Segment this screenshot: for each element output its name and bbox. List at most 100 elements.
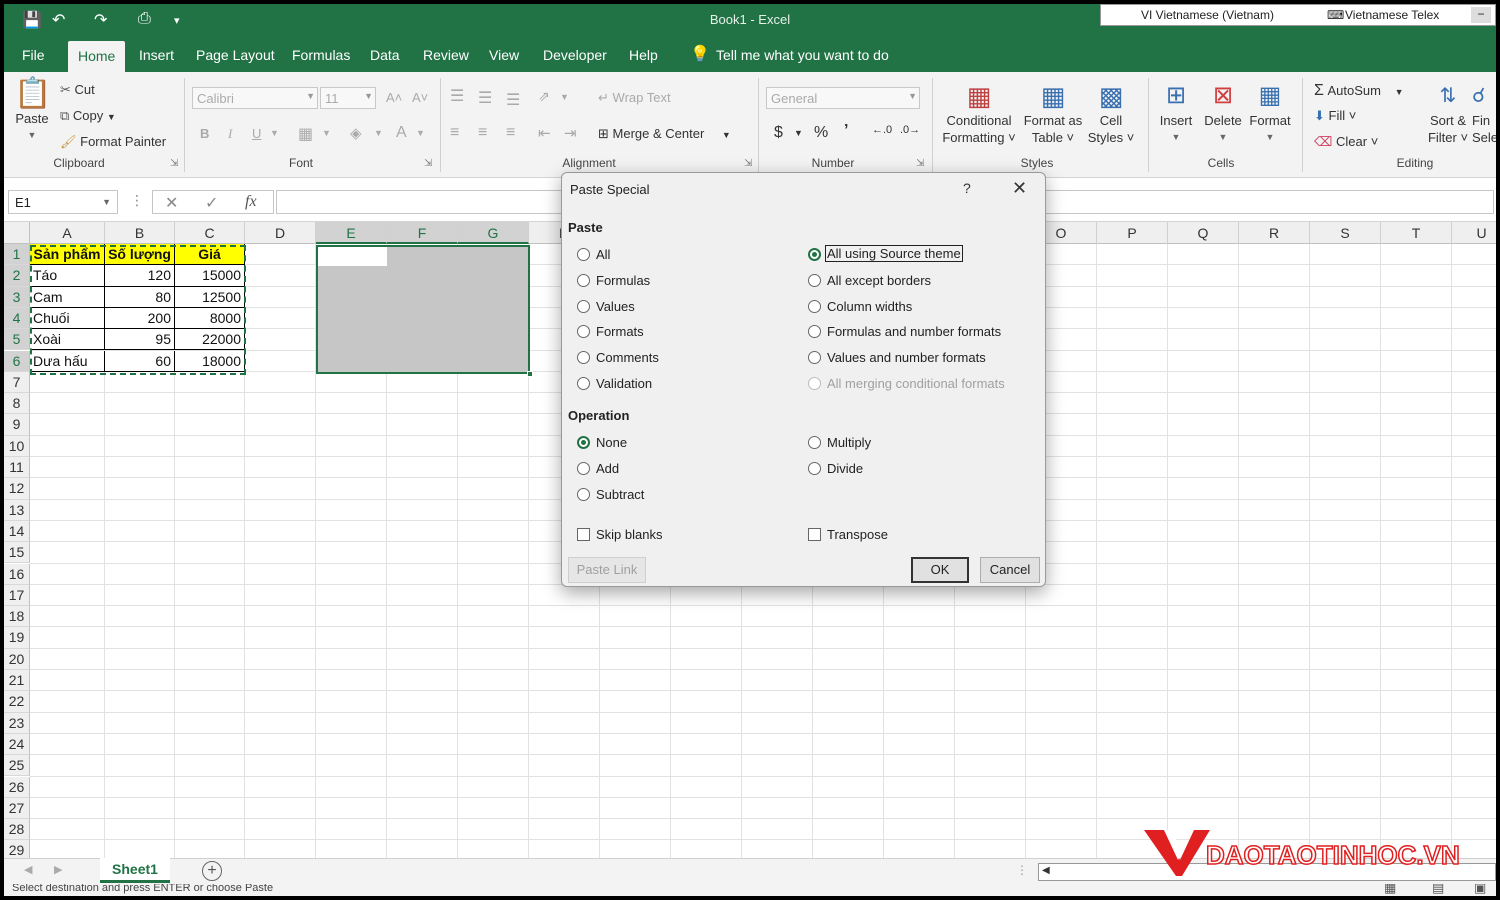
more-options-icon[interactable]: ⋮ xyxy=(1016,863,1028,877)
grow-font-button[interactable]: A˄ xyxy=(386,90,402,105)
name-box[interactable]: E1 ▼ xyxy=(8,190,118,214)
scroll-left-icon[interactable]: ◀ xyxy=(1042,865,1050,876)
print-preview-icon[interactable]: ⎙ xyxy=(138,10,151,28)
tab-page-layout[interactable]: Page Layout xyxy=(186,38,285,72)
row-header-26[interactable]: 26 xyxy=(4,776,30,798)
insert-cells-button[interactable]: ⊞ Insert ▼ xyxy=(1154,80,1198,146)
format-painter-button[interactable]: 🖌 Format Painter xyxy=(60,134,166,150)
row-header-12[interactable]: 12 xyxy=(4,478,30,500)
percent-button[interactable]: % xyxy=(814,124,828,142)
row-header-18[interactable]: 18 xyxy=(4,606,30,628)
dialog-launcher-icon[interactable]: ⇲ xyxy=(170,158,178,169)
tab-file[interactable]: File xyxy=(12,38,55,72)
align-center-icon[interactable]: ≡ xyxy=(478,124,487,142)
row-header-10[interactable]: 10 xyxy=(4,435,30,457)
row-header-17[interactable]: 17 xyxy=(4,584,30,607)
cell-styles-button[interactable]: ▩ Cell Styles ˅ xyxy=(1086,80,1136,146)
more-options-icon[interactable]: ⋮ xyxy=(130,192,144,209)
row-header-25[interactable]: 25 xyxy=(4,755,30,777)
row-header-14[interactable]: 14 xyxy=(4,520,30,543)
column-header-r[interactable]: R xyxy=(1239,222,1310,244)
font-size-combo[interactable]: 11 ▼ xyxy=(320,87,376,109)
normal-view-icon[interactable]: ▦ xyxy=(1384,884,1396,896)
align-right-icon[interactable]: ≡ xyxy=(506,124,515,142)
decrease-decimal-icon[interactable]: .0→ xyxy=(900,124,920,136)
fill-color-icon[interactable]: ◈ xyxy=(350,124,362,142)
fill-button[interactable]: ⬇ Fill ˅ xyxy=(1314,108,1356,124)
bold-button[interactable]: B xyxy=(200,126,209,141)
column-header-f[interactable]: F xyxy=(387,222,458,244)
paste-link-button[interactable]: Paste Link xyxy=(568,557,646,583)
row-header-11[interactable]: 11 xyxy=(4,457,30,479)
format-cells-button[interactable]: ▦ Format ▼ xyxy=(1246,80,1294,146)
column-header-c[interactable]: C xyxy=(175,222,245,244)
row-header-15[interactable]: 15 xyxy=(4,542,30,564)
tab-home[interactable]: Home xyxy=(68,41,126,72)
underline-button[interactable]: U xyxy=(252,126,261,141)
column-header-a[interactable]: A xyxy=(30,222,105,244)
paste-button[interactable]: 📋 Paste ▼ xyxy=(14,78,51,144)
row-header-6[interactable]: 6 xyxy=(4,350,30,372)
align-middle-icon[interactable]: ☰ xyxy=(478,88,492,108)
merge-center-button[interactable]: ⊞ Merge & Center ▼ xyxy=(598,126,731,142)
row-header-28[interactable]: 28 xyxy=(4,819,30,841)
help-button[interactable]: ? xyxy=(963,180,971,196)
column-header-s[interactable]: S xyxy=(1310,222,1381,244)
borders-icon[interactable]: ▦ xyxy=(298,124,313,144)
select-all-corner[interactable] xyxy=(4,222,30,244)
cancel-formula-icon[interactable]: ✕ xyxy=(165,193,178,213)
ime-indicator[interactable]: VI Vietnamese (Vietnam) ⌨ Vietnamese Tel… xyxy=(1100,4,1496,26)
row-header-19[interactable]: 19 xyxy=(4,627,30,649)
page-layout-view-icon[interactable]: ▤ xyxy=(1432,884,1444,896)
number-format-combo[interactable]: General ▼ xyxy=(766,87,920,109)
conditional-formatting-button[interactable]: ▦ Conditional Formatting ˅ xyxy=(938,80,1020,146)
shrink-font-button[interactable]: A˅ xyxy=(412,90,428,105)
row-header-21[interactable]: 21 xyxy=(4,670,30,692)
row-header-5[interactable]: 5 xyxy=(4,329,30,351)
scroll-left-icon[interactable]: ◀ xyxy=(24,863,32,876)
column-header-b[interactable]: B xyxy=(105,222,175,244)
orientation-icon[interactable]: ⇗ xyxy=(538,88,550,105)
find-select-button[interactable]: ☌ Fin Sele xyxy=(1472,80,1496,146)
wrap-text-button[interactable]: ↵ Wrap Text xyxy=(598,90,671,106)
copy-button[interactable]: ⧉ Copy ▼ xyxy=(60,108,116,124)
save-icon[interactable]: 💾 xyxy=(22,10,42,30)
column-header-g[interactable]: G xyxy=(458,222,529,244)
row-header-23[interactable]: 23 xyxy=(4,712,30,734)
format-as-table-button[interactable]: ▦ Format as Table ˅ xyxy=(1022,80,1084,146)
scroll-right-icon[interactable]: ▶ xyxy=(54,863,62,876)
row-header-2[interactable]: 2 xyxy=(4,265,30,287)
cut-button[interactable]: ✂ Cut xyxy=(60,82,95,98)
tab-review[interactable]: Review xyxy=(413,38,479,72)
row-header-27[interactable]: 27 xyxy=(4,797,30,820)
italic-button[interactable]: I xyxy=(228,126,232,142)
row-header-13[interactable]: 13 xyxy=(4,499,30,521)
ok-button[interactable]: OK xyxy=(911,557,969,583)
close-button[interactable]: ✕ xyxy=(1012,178,1027,199)
column-header-p[interactable]: P xyxy=(1097,222,1168,244)
row-header-4[interactable]: 4 xyxy=(4,307,30,330)
redo-icon[interactable]: ↷ xyxy=(94,10,107,30)
add-sheet-button[interactable]: + xyxy=(202,861,222,881)
column-header-u[interactable]: U xyxy=(1452,222,1496,244)
tab-help[interactable]: Help xyxy=(619,38,668,72)
dialog-launcher-icon[interactable]: ⇲ xyxy=(424,158,432,169)
cancel-button[interactable]: Cancel xyxy=(980,557,1040,583)
align-top-icon[interactable]: ☰ xyxy=(450,86,464,106)
row-header-16[interactable]: 16 xyxy=(4,563,30,585)
insert-function-icon[interactable]: fx xyxy=(245,193,257,211)
tab-data[interactable]: Data xyxy=(360,38,410,72)
decrease-indent-icon[interactable]: ⇤ xyxy=(538,124,551,142)
comma-button[interactable]: ’ xyxy=(844,122,848,140)
row-header-22[interactable]: 22 xyxy=(4,691,30,713)
ime-close-icon[interactable]: − xyxy=(1471,7,1491,23)
dialog-launcher-icon[interactable]: ⇲ xyxy=(744,158,752,169)
undo-icon[interactable]: ↶ xyxy=(52,10,65,30)
enter-formula-icon[interactable]: ✓ xyxy=(205,193,218,213)
tab-insert[interactable]: Insert xyxy=(129,38,184,72)
fill-handle[interactable] xyxy=(527,371,533,377)
tab-formulas[interactable]: Formulas xyxy=(282,38,360,72)
column-header-q[interactable]: Q xyxy=(1168,222,1239,244)
tab-view[interactable]: View xyxy=(479,38,529,72)
clear-button[interactable]: ⌫ Clear ˅ xyxy=(1314,134,1378,150)
